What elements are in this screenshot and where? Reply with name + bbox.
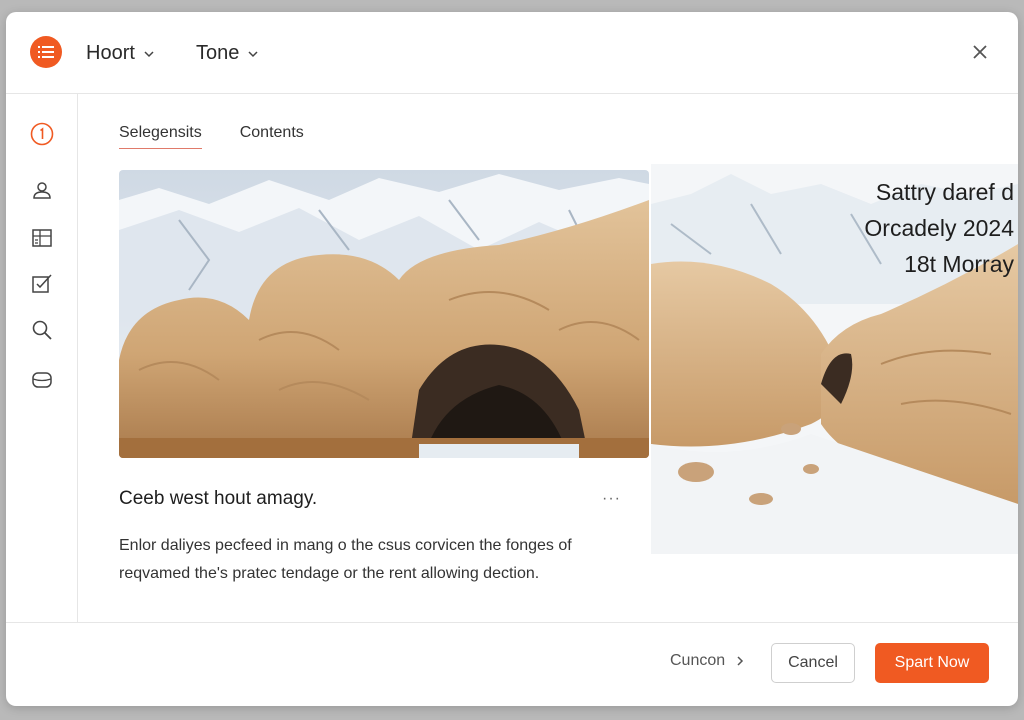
cancel-button[interactable]: Cancel [771,643,855,683]
close-icon[interactable] [970,42,990,62]
image-caption: Sattry daref d Orcadely 2024 18t Morray [864,174,1014,282]
storage-icon[interactable] [30,368,54,392]
menu-label: Tone [196,42,240,64]
chevron-right-icon [737,656,744,666]
tab-bar: Selegensits Contents [119,124,304,149]
more-options-button[interactable]: ··· [602,490,621,508]
dialog: Hoort Tone Selegensits Contents Sattry d… [6,12,1018,706]
chevron-down-icon [248,50,258,57]
caption-line: Orcadely 2024 [864,215,1014,241]
cuncon-link-button[interactable]: Cuncon [670,652,745,670]
checkbox-icon[interactable] [30,272,54,296]
landscape-image-main [119,170,649,458]
description-line: reqvamed the's pratec tendage or the ren… [119,565,540,582]
description-line: Enlor daliyes pecfeed in mang o the csus… [119,537,572,554]
link-label: Cuncon [670,652,726,669]
tab-selegensits[interactable]: Selegensits [119,124,202,149]
footer: Cuncon Cancel Spart Now [6,622,1018,706]
caption-line: 18t Morray [904,251,1014,277]
search-icon[interactable] [30,318,54,342]
menu-label: Hoort [86,42,135,64]
menu-dropdown-tone[interactable]: Tone [196,42,259,65]
menu-dropdown-hoort[interactable]: Hoort [86,42,155,65]
card-description: Enlor daliyes pecfeed in mang o the csus… [119,532,639,588]
card-title: Ceeb west hout amagy. [119,488,318,509]
grid-icon[interactable] [30,226,54,250]
sidebar [6,94,78,622]
app-logo[interactable] [30,36,62,68]
landscape-image-side: Sattry daref d Orcadely 2024 18t Morray [651,164,1018,554]
start-now-button[interactable]: Spart Now [875,643,989,683]
tab-contents[interactable]: Contents [240,124,304,149]
chevron-down-icon [144,50,154,57]
header: Hoort Tone [6,12,1018,94]
user-icon[interactable] [30,178,54,202]
step-1-icon[interactable] [30,122,54,146]
caption-line: Sattry daref d [875,179,1014,205]
list-icon [38,46,54,58]
